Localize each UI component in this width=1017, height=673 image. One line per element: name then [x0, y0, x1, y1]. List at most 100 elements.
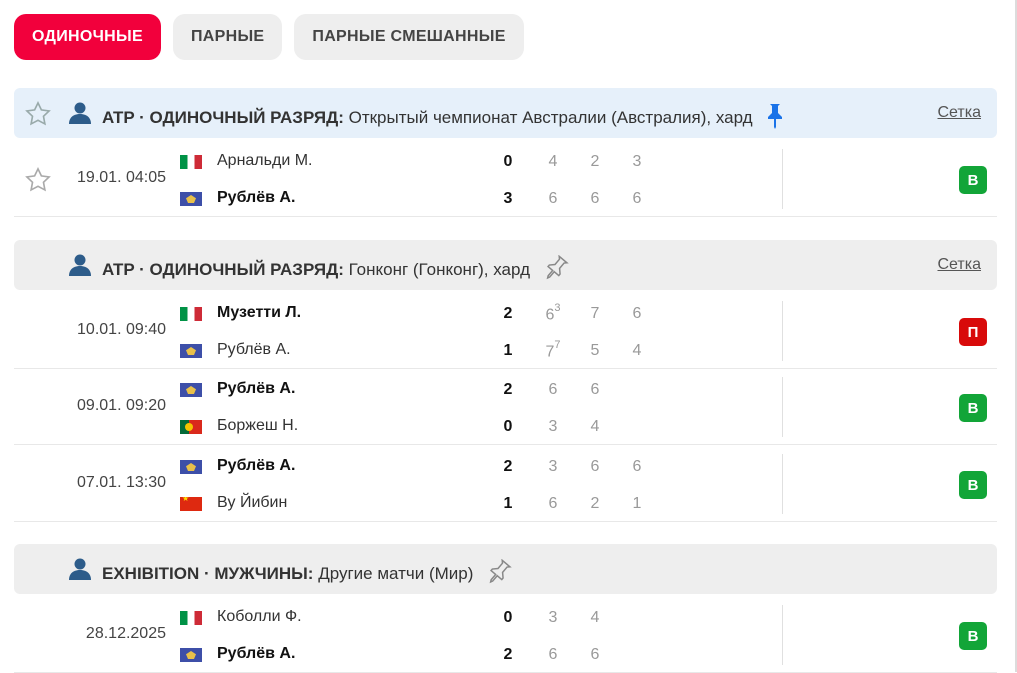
- match-time: 28.12.2025: [85, 625, 166, 642]
- match-score: 0: [503, 153, 513, 170]
- player-name[interactable]: Рублёв А.: [217, 341, 291, 359]
- set-score: 4: [590, 609, 600, 626]
- player-row: Рублёв А. 3 6 6 6: [180, 187, 641, 211]
- set-score: 6: [548, 190, 558, 207]
- italy-flag-icon: [180, 155, 202, 169]
- set-score: 3: [548, 418, 558, 435]
- player-name[interactable]: Арнальди М.: [217, 152, 312, 170]
- match-row[interactable]: 09.01. 09:20 Рублёв А. 2 6 6 Боржеш Н. 0…: [14, 369, 997, 445]
- player-name[interactable]: Музетти Л.: [217, 304, 301, 322]
- match-score: 2: [503, 381, 513, 398]
- match-row[interactable]: 28.12.2025 Коболли Ф. 0 3 4 Рублёв А. 2 …: [14, 597, 997, 673]
- player-name[interactable]: Боржеш Н.: [217, 417, 298, 435]
- set-score: 6: [590, 458, 600, 475]
- column-divider: [782, 605, 783, 665]
- neutral-flag-icon: [180, 344, 202, 358]
- set-score: 6: [632, 190, 642, 207]
- match-time: 19.01. 04:05: [77, 169, 166, 186]
- match-score: 2: [503, 458, 513, 475]
- match-score: 0: [503, 418, 513, 435]
- favorite-star-icon[interactable]: [24, 100, 52, 133]
- set-score: 6: [548, 495, 558, 512]
- league-title: EXHIBITION · МУЖЧИНЫ: Другие матчи (Мир): [102, 558, 512, 590]
- set-score: 4: [590, 418, 600, 435]
- player-row: Рублёв А. 2 6 6: [180, 378, 599, 402]
- league-name: Другие матчи (Мир): [318, 563, 474, 583]
- player-row: Рублёв А. 2 3 6 6: [180, 455, 641, 479]
- tab-mixed-doubles[interactable]: ПАРНЫЕ СМЕШАННЫЕ: [294, 14, 524, 60]
- pin-outline-icon[interactable]: [486, 558, 512, 590]
- result-badge-win: В: [959, 471, 987, 499]
- match-time: 09.01. 09:20: [77, 397, 166, 414]
- league-name: Открытый чемпионат Австралии (Австралия)…: [348, 107, 753, 127]
- match-row[interactable]: 10.01. 09:40 Музетти Л. 2 63 7 6 Рублёв …: [14, 293, 997, 369]
- china-flag-icon: [180, 497, 202, 511]
- event-type-tabs: ОДИНОЧНЫЕ ПАРНЫЕ ПАРНЫЕ СМЕШАННЫЕ: [14, 14, 524, 60]
- set-score: 63: [545, 301, 561, 324]
- league-category: ATP · ОДИНОЧНЫЙ РАЗРЯД:: [102, 107, 344, 127]
- player-row: Музетти Л. 2 63 7 6: [180, 302, 641, 326]
- player-row: Ву Йибин 1 6 2 1: [180, 492, 641, 516]
- set-score: 6: [590, 190, 600, 207]
- set-score: 3: [548, 609, 558, 626]
- match-score: 1: [503, 495, 513, 512]
- pin-outline-icon[interactable]: [543, 254, 569, 286]
- result-badge-win: В: [959, 622, 987, 650]
- tiebreak-score: 3: [554, 301, 561, 314]
- neutral-flag-icon: [180, 460, 202, 474]
- portugal-flag-icon: [180, 420, 202, 434]
- player-name[interactable]: Рублёв А.: [217, 457, 295, 475]
- player-row: Рублёв А. 1 77 5 4: [180, 339, 641, 363]
- bracket-link[interactable]: Сетка: [938, 256, 982, 274]
- set-score: 7: [590, 305, 600, 322]
- italy-flag-icon: [180, 307, 202, 321]
- match-score: 3: [503, 190, 513, 207]
- league-title: ATP · ОДИНОЧНЫЙ РАЗРЯД: Открытый чемпион…: [102, 103, 785, 134]
- tab-doubles[interactable]: ПАРНЫЕ: [172, 14, 283, 60]
- player-row: Коболли Ф. 0 3 4: [180, 606, 599, 630]
- match-score: 2: [503, 646, 513, 663]
- set-score: 6: [590, 381, 600, 398]
- player-name[interactable]: Рублёв А.: [217, 189, 295, 207]
- match-score: 2: [503, 305, 513, 322]
- tab-singles[interactable]: ОДИНОЧНЫЕ: [14, 14, 161, 60]
- neutral-flag-icon: [180, 192, 202, 206]
- tiebreak-score: 7: [554, 338, 561, 351]
- match-time: 07.01. 13:30: [77, 474, 166, 491]
- league-header-hong-kong: ATP · ОДИНОЧНЫЙ РАЗРЯД: Гонконг (Гонконг…: [14, 240, 997, 290]
- column-divider: [782, 149, 783, 209]
- player-icon: [68, 102, 92, 129]
- player-row: Рублёв А. 2 6 6: [180, 643, 599, 667]
- league-category: ATP · ОДИНОЧНЫЙ РАЗРЯД:: [102, 259, 344, 279]
- league-header-exhibition: EXHIBITION · МУЖЧИНЫ: Другие матчи (Мир): [14, 544, 997, 594]
- result-badge-win: В: [959, 394, 987, 422]
- player-name[interactable]: Коболли Ф.: [217, 608, 302, 626]
- league-title: ATP · ОДИНОЧНЫЙ РАЗРЯД: Гонконг (Гонконг…: [102, 254, 569, 286]
- player-name[interactable]: Ву Йибин: [217, 494, 287, 512]
- set-score: 3: [548, 458, 558, 475]
- set-score: 1: [632, 495, 642, 512]
- neutral-flag-icon: [180, 383, 202, 397]
- italy-flag-icon: [180, 611, 202, 625]
- set-score: 6: [632, 305, 642, 322]
- set-score: 2: [590, 495, 600, 512]
- league-name: Гонконг (Гонконг), хард: [348, 259, 530, 279]
- bracket-link[interactable]: Сетка: [938, 104, 982, 122]
- match-row[interactable]: 19.01. 04:05 Арнальди М. 0 4 2 3 Рублёв …: [14, 141, 997, 217]
- player-name[interactable]: Рублёв А.: [217, 645, 295, 663]
- column-divider: [782, 454, 783, 514]
- pin-icon[interactable]: [765, 103, 785, 134]
- set-score: 77: [545, 338, 561, 361]
- player-name[interactable]: Рублёв А.: [217, 380, 295, 398]
- set-score: 6: [632, 458, 642, 475]
- result-badge-win: В: [959, 166, 987, 194]
- favorite-star-icon[interactable]: [24, 166, 52, 199]
- set-score: 5: [590, 342, 600, 359]
- player-icon: [68, 254, 92, 281]
- set-score: 4: [632, 342, 642, 359]
- result-badge-loss: П: [959, 318, 987, 346]
- league-category: EXHIBITION · МУЖЧИНЫ:: [102, 563, 314, 583]
- column-divider: [782, 301, 783, 361]
- match-time: 10.01. 09:40: [77, 321, 166, 338]
- match-row[interactable]: 07.01. 13:30 Рублёв А. 2 3 6 6 Ву Йибин …: [14, 446, 997, 522]
